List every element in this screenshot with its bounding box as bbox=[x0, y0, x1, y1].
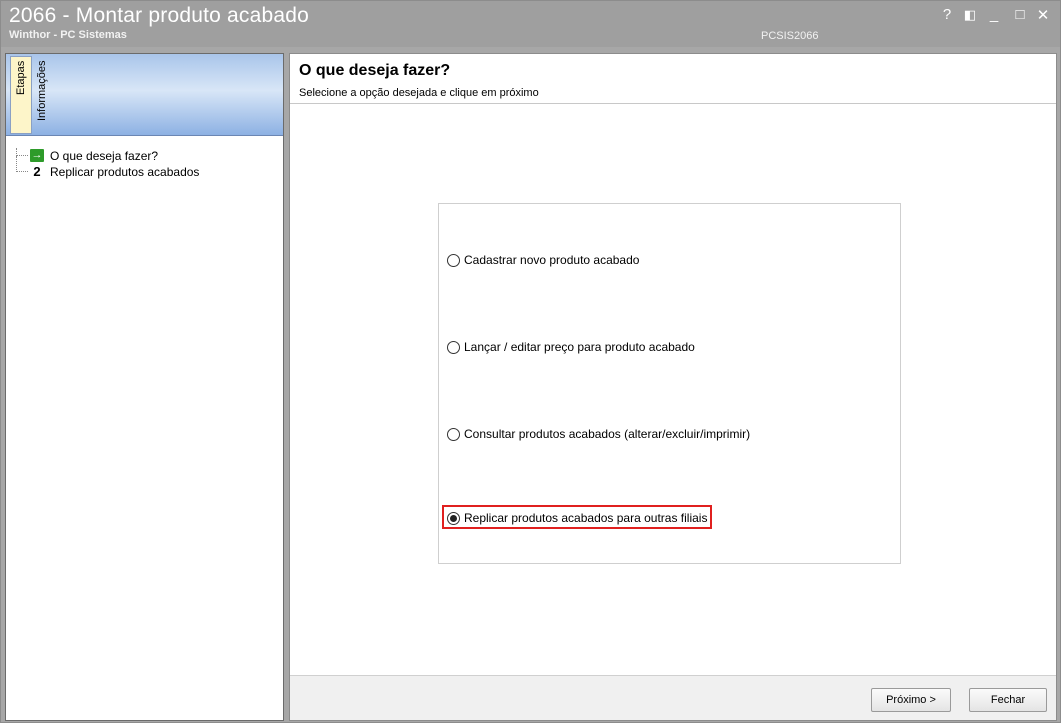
option-label: Lançar / editar preço para produto acaba… bbox=[464, 340, 695, 354]
title-bar[interactable]: 2066 - Montar produto acabado Winthor - … bbox=[1, 1, 1060, 47]
tree-step-1[interactable]: → O que deseja fazer? bbox=[16, 148, 278, 163]
step-number-icon: 2 bbox=[33, 164, 41, 179]
tab-etapas[interactable]: Etapas bbox=[10, 56, 32, 134]
step-label: O que deseja fazer? bbox=[50, 148, 159, 163]
radio-button[interactable] bbox=[447, 253, 460, 267]
steps-panel: Etapas Informações → O que deseja fazer?… bbox=[5, 53, 284, 721]
highlight-annotation bbox=[442, 505, 712, 529]
close-icon[interactable]: ✕ bbox=[1034, 6, 1052, 24]
close-button-label: Fechar bbox=[990, 694, 1026, 706]
restore-icon[interactable]: ◧ bbox=[961, 7, 979, 23]
window-subtitle: Winthor - PC Sistemas bbox=[9, 29, 127, 41]
radio-button[interactable] bbox=[447, 427, 460, 441]
window-title: 2066 - Montar produto acabado bbox=[9, 4, 310, 27]
tree-connector bbox=[16, 148, 28, 156]
app-window: 2066 - Montar produto acabado Winthor - … bbox=[0, 0, 1061, 723]
arrow-right-icon: → bbox=[30, 149, 44, 162]
sidebar-tabs: Etapas Informações bbox=[6, 54, 283, 136]
next-button-label: Próximo > bbox=[886, 694, 936, 706]
page-subtitle: Selecione a opção desejada e clique em p… bbox=[299, 87, 539, 99]
radio-button[interactable] bbox=[447, 340, 460, 354]
tree-connector bbox=[16, 156, 28, 172]
next-button[interactable]: Próximo > bbox=[871, 688, 951, 712]
option-cadastrar[interactable]: Cadastrar novo produto acabado bbox=[447, 252, 639, 268]
main-panel: O que deseja fazer? Selecione a opção de… bbox=[289, 53, 1057, 721]
wizard-footer: Próximo > Fechar bbox=[290, 675, 1056, 720]
tab-informacoes[interactable]: Informações bbox=[32, 56, 52, 134]
options-group: Cadastrar novo produto acabado Lançar / … bbox=[438, 203, 901, 564]
step-label: Replicar produtos acabados bbox=[50, 164, 200, 179]
maximize-icon[interactable]: □ bbox=[1011, 6, 1029, 23]
close-button[interactable]: Fechar bbox=[969, 688, 1047, 712]
tree-step-2[interactable]: 2 Replicar produtos acabados bbox=[16, 156, 278, 179]
help-icon[interactable]: ? bbox=[938, 6, 956, 23]
steps-tree: → O que deseja fazer? 2 Replicar produto… bbox=[16, 148, 278, 179]
option-lancar-preco[interactable]: Lançar / editar preço para produto acaba… bbox=[447, 339, 695, 355]
option-label: Cadastrar novo produto acabado bbox=[464, 253, 640, 267]
app-code: PCSIS2066 bbox=[761, 30, 819, 42]
minimize-icon[interactable]: _ bbox=[985, 6, 1003, 23]
option-consultar[interactable]: Consultar produtos acabados (alterar/exc… bbox=[447, 426, 750, 442]
option-label: Consultar produtos acabados (alterar/exc… bbox=[464, 427, 751, 441]
page-title: O que deseja fazer? bbox=[299, 62, 451, 79]
step-header: O que deseja fazer? Selecione a opção de… bbox=[290, 54, 1056, 104]
